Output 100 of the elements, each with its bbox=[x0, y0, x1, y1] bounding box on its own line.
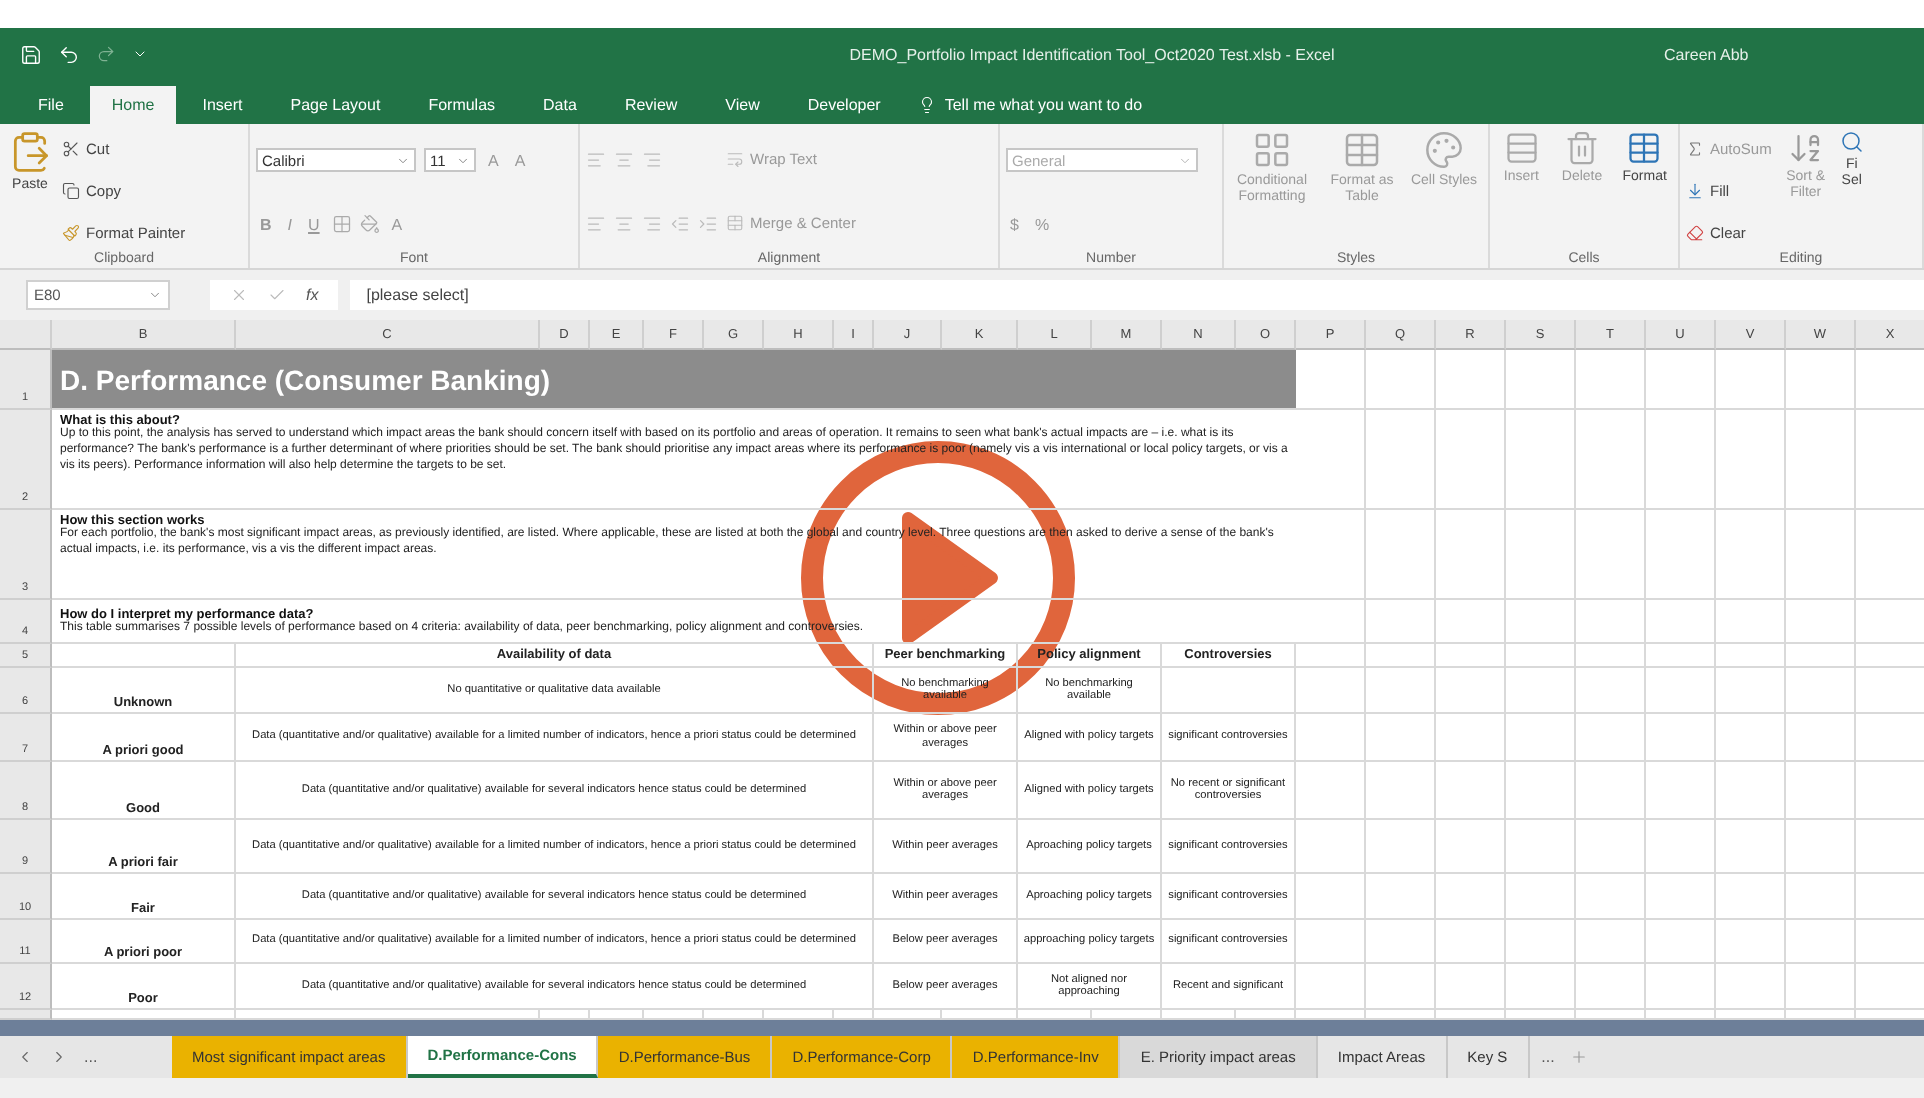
user-name[interactable]: Careen Abb bbox=[1664, 45, 1904, 63]
sheet-cell[interactable] bbox=[1716, 762, 1786, 820]
sheet-cell[interactable] bbox=[1576, 820, 1646, 874]
sheet-cell[interactable] bbox=[1436, 644, 1506, 668]
sheet-cell[interactable] bbox=[1296, 668, 1366, 714]
sheet-cell[interactable] bbox=[1786, 410, 1856, 510]
sheet-cell[interactable] bbox=[1436, 820, 1506, 874]
sheet-cell[interactable] bbox=[1366, 410, 1436, 510]
row-header[interactable] bbox=[0, 1010, 52, 1020]
sheet-cell[interactable] bbox=[1646, 762, 1716, 820]
sheet-cell[interactable] bbox=[1716, 510, 1786, 600]
sheet-cell[interactable] bbox=[1786, 644, 1856, 668]
sheet-cell[interactable] bbox=[1576, 668, 1646, 714]
sheet-cell[interactable] bbox=[1366, 964, 1436, 1010]
sheet-cell[interactable] bbox=[1716, 714, 1786, 762]
sheet-cell[interactable] bbox=[1296, 714, 1366, 762]
sheet-cell[interactable] bbox=[1296, 874, 1366, 920]
ribbon-tab[interactable]: Review bbox=[602, 86, 700, 124]
sheet-cell[interactable] bbox=[1716, 964, 1786, 1010]
sheet-cell[interactable] bbox=[1576, 762, 1646, 820]
sheet-cell[interactable] bbox=[1506, 644, 1576, 668]
sheet-cell[interactable] bbox=[1506, 510, 1576, 600]
select-all-button[interactable] bbox=[0, 320, 52, 350]
sheet-cell[interactable] bbox=[1506, 820, 1576, 874]
sheet-cell[interactable] bbox=[1366, 668, 1436, 714]
sheet-cell[interactable] bbox=[1716, 350, 1786, 410]
sheet-cell[interactable] bbox=[1296, 600, 1366, 644]
sheet-cell[interactable] bbox=[1786, 350, 1856, 410]
sheet-cell[interactable] bbox=[1646, 920, 1716, 964]
sheet-cell[interactable] bbox=[1716, 874, 1786, 920]
sheet-cell[interactable] bbox=[1646, 644, 1716, 668]
sheet-cell[interactable] bbox=[1296, 410, 1366, 510]
sheet-cell[interactable] bbox=[1646, 714, 1716, 762]
ribbon-tab[interactable]: Formulas bbox=[406, 86, 518, 124]
sheet-cell[interactable] bbox=[1506, 668, 1576, 714]
sheet-cell[interactable] bbox=[1296, 920, 1366, 964]
function-button[interactable]: fx bbox=[306, 286, 319, 304]
sheet-cell[interactable] bbox=[1436, 920, 1506, 964]
sheet-cell[interactable] bbox=[1436, 714, 1506, 762]
sheet-cell[interactable] bbox=[1506, 714, 1576, 762]
sheet-cell[interactable] bbox=[1366, 510, 1436, 600]
tell-me-field[interactable]: Tell me what you want to do bbox=[918, 86, 1143, 124]
sheet-cell[interactable] bbox=[1786, 874, 1856, 920]
sheet-cell[interactable] bbox=[1436, 510, 1506, 600]
sheet-cell[interactable] bbox=[1716, 668, 1786, 714]
sheet-cell[interactable] bbox=[1436, 964, 1506, 1010]
sheet-cell[interactable] bbox=[1576, 410, 1646, 510]
ribbon-tab[interactable]: Insert bbox=[180, 86, 265, 124]
sheet-cell[interactable] bbox=[1576, 920, 1646, 964]
sheet-cell[interactable] bbox=[1296, 820, 1366, 874]
sheet-cell[interactable] bbox=[1786, 600, 1856, 644]
sheet-cell[interactable] bbox=[1576, 350, 1646, 410]
sheet-cell[interactable] bbox=[1296, 964, 1366, 1010]
sheet-cell[interactable] bbox=[1366, 920, 1436, 964]
sheet-cell[interactable] bbox=[1576, 644, 1646, 668]
ribbon-tab[interactable]: Data bbox=[521, 86, 599, 124]
sheet-cell[interactable] bbox=[1786, 762, 1856, 820]
sheet-cell[interactable] bbox=[1506, 920, 1576, 964]
sheet-cell[interactable] bbox=[1786, 714, 1856, 762]
sheet-cell[interactable] bbox=[1716, 820, 1786, 874]
more-tabs-button[interactable]: ... bbox=[1541, 1048, 1555, 1066]
sheet-cell[interactable] bbox=[1436, 410, 1506, 510]
sheet-cell[interactable] bbox=[1296, 350, 1366, 410]
sheet-cell[interactable] bbox=[1296, 762, 1366, 820]
sheet-cell[interactable] bbox=[1576, 874, 1646, 920]
sheet-cell[interactable] bbox=[1366, 762, 1436, 820]
ribbon-tab[interactable]: Developer bbox=[785, 86, 903, 124]
sheet-cell[interactable] bbox=[1786, 668, 1856, 714]
sheet-cell[interactable] bbox=[1506, 964, 1576, 1010]
sheet-cell[interactable] bbox=[1716, 410, 1786, 510]
sheet-cell[interactable] bbox=[1576, 714, 1646, 762]
sheet-cell[interactable] bbox=[1716, 644, 1786, 668]
sheet-cell[interactable] bbox=[1646, 668, 1716, 714]
sheet-cell[interactable] bbox=[1576, 600, 1646, 644]
sheet-cell[interactable] bbox=[1646, 410, 1716, 510]
sheet-cell[interactable] bbox=[1366, 874, 1436, 920]
sheet-cell[interactable] bbox=[1506, 410, 1576, 510]
sheet-cell[interactable] bbox=[1576, 964, 1646, 1010]
ribbon-tab[interactable]: File bbox=[16, 86, 86, 124]
sheet-cell[interactable] bbox=[1162, 668, 1296, 714]
sheet-cell[interactable] bbox=[1366, 820, 1436, 874]
sheet-cell[interactable] bbox=[1646, 820, 1716, 874]
sheet-cell[interactable] bbox=[1576, 510, 1646, 600]
formula-field[interactable]: [please select] bbox=[350, 280, 1924, 310]
sheet-cell[interactable] bbox=[1716, 600, 1786, 644]
sheet-cell[interactable] bbox=[1436, 762, 1506, 820]
sheet-cell[interactable] bbox=[52, 644, 236, 668]
sheet-cell[interactable] bbox=[1436, 350, 1506, 410]
ribbon-tab[interactable]: Home bbox=[89, 86, 177, 124]
sheet-cell[interactable] bbox=[1646, 874, 1716, 920]
sheet-cell[interactable] bbox=[1646, 964, 1716, 1010]
sheet-cell[interactable] bbox=[1366, 714, 1436, 762]
sheet-cell[interactable] bbox=[1646, 600, 1716, 644]
sheet-cell[interactable] bbox=[1716, 920, 1786, 964]
sheet-cell[interactable] bbox=[1786, 510, 1856, 600]
ribbon-tab[interactable]: View bbox=[703, 86, 782, 124]
sheet-cell[interactable] bbox=[1436, 668, 1506, 714]
more-tabs-button[interactable]: ... bbox=[84, 1048, 98, 1066]
sheet-cell[interactable] bbox=[1296, 510, 1366, 600]
sheet-cell[interactable] bbox=[1646, 350, 1716, 410]
